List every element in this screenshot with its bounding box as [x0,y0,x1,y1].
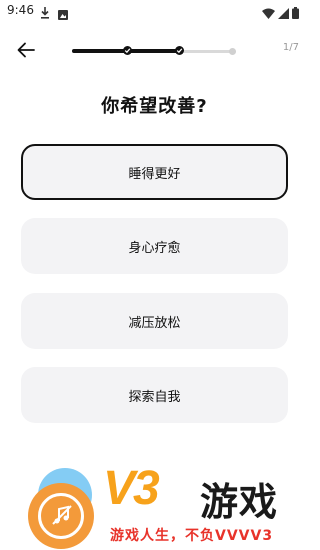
step-complete-icon [175,46,184,55]
status-time: 9:46 [7,3,34,17]
music-note-icon [52,505,72,525]
option-label: 减压放松 [128,315,181,331]
watermark-brand: V3 [103,462,160,515]
progress-bar [72,46,236,55]
step-pending-icon [229,48,236,55]
watermark-slogan: 游戏人生，不负VVVV3 [110,528,274,544]
option-label: 探索自我 [128,389,181,405]
top-bar: 1/7 [0,36,309,64]
download-icon [40,4,50,23]
step-complete-icon [123,46,132,55]
arrow-left-icon [17,42,35,58]
signal-icon [278,4,289,23]
question-title: 你希望改善? [101,96,208,117]
watermark-brand-suffix: 游戏 [200,480,279,524]
option-healing[interactable]: 身心疗愈 [21,218,288,274]
status-indicators [262,4,299,23]
option-label: 睡得更好 [128,166,181,182]
option-relax[interactable]: 减压放松 [21,293,288,349]
option-sleep-better[interactable]: 睡得更好 [21,144,288,200]
battery-icon [292,4,299,23]
option-label: 身心疗愈 [128,240,181,256]
wifi-icon [262,4,275,23]
status-bar: 9:46 [0,0,309,22]
back-button[interactable] [14,39,38,61]
image-icon [58,5,68,24]
step-counter: 1/7 [282,42,299,53]
watermark: V3 游戏 游戏人生，不负VVVV3 [0,455,309,550]
option-explore-self[interactable]: 探索自我 [21,367,288,423]
